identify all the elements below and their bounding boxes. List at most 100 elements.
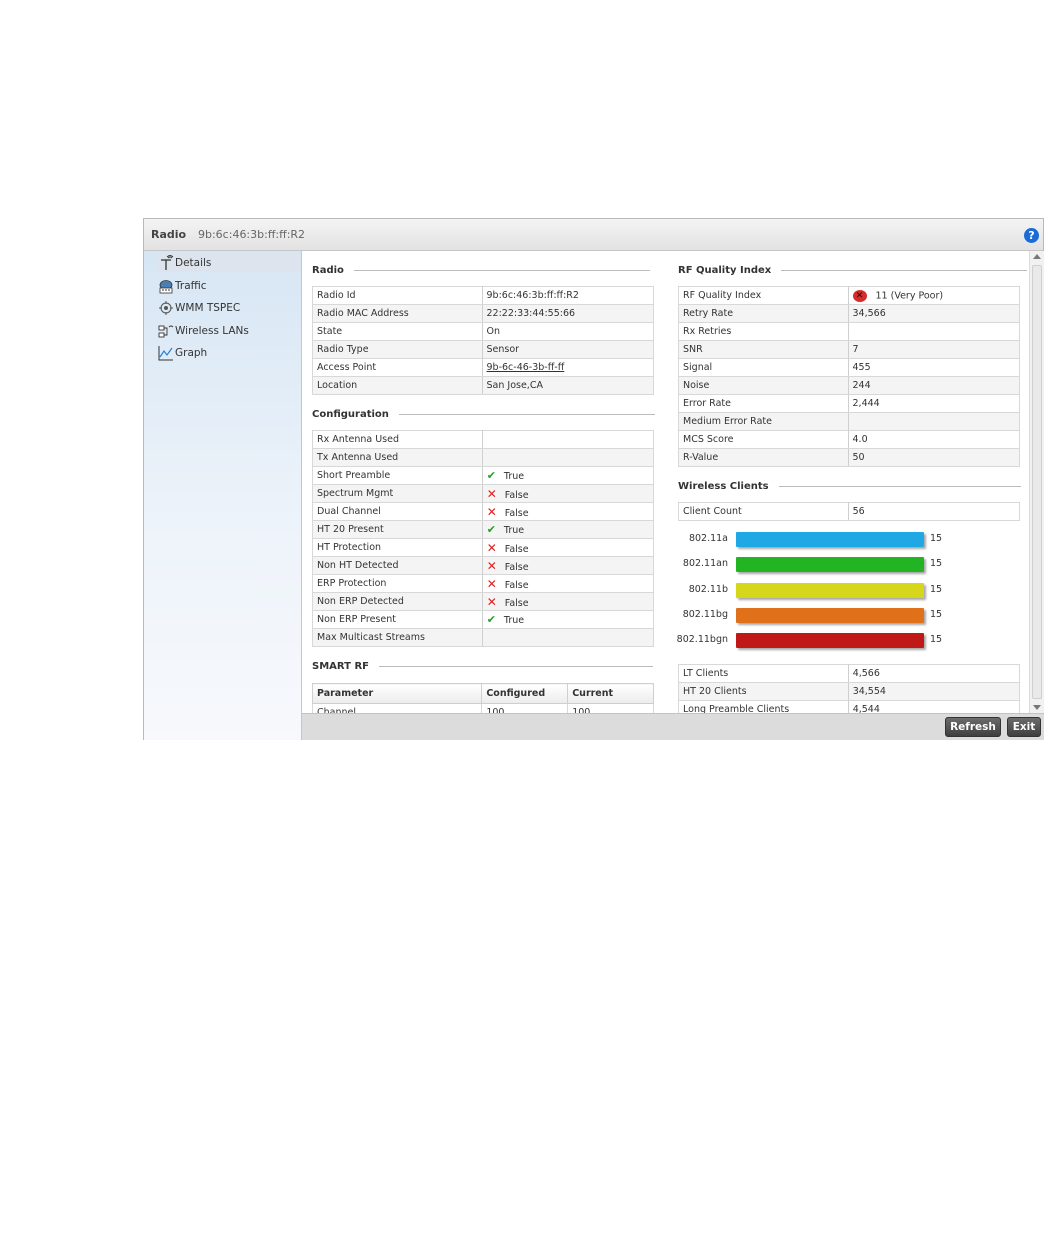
bar-fill xyxy=(736,633,924,649)
check-icon: ✔ xyxy=(486,469,496,482)
cross-icon: ✕ xyxy=(486,594,497,609)
radio-window: Radio 9b:6c:46:3b:ff:ff:R2 ? Details Tra… xyxy=(143,218,1044,740)
table-row: Client Count 56 xyxy=(678,502,1021,521)
bar-label: 802.11an xyxy=(682,558,728,570)
wlan-icon xyxy=(158,323,174,339)
sidebar-item-wmm-tspec[interactable]: WMM TSPEC xyxy=(158,299,298,317)
section-title-rf-quality: RF Quality Index xyxy=(678,265,1028,276)
help-icon[interactable]: ? xyxy=(1024,228,1039,243)
bar-row: 802.11b 15 xyxy=(678,582,1018,600)
sidebar-item-graph[interactable]: Graph xyxy=(158,344,298,362)
table-row: Rx Retries xyxy=(678,322,1020,341)
table-row: SNR 7 xyxy=(678,340,1020,359)
table-row: Retry Rate 34,566 xyxy=(678,304,1020,323)
table-row: Location San Jose,CA xyxy=(312,376,654,395)
table-row: ERP Protection ✕ False xyxy=(312,574,655,593)
table-row: Tx Antenna Used xyxy=(312,448,655,467)
bar-fill xyxy=(736,607,924,623)
radio-table: Radio Id 9b:6c:46:3b:ff:ff:R2 Radio MAC A… xyxy=(312,286,654,395)
window-title-label: Radio xyxy=(151,228,187,241)
antenna-icon xyxy=(158,255,174,271)
sidebar-item-label: Details xyxy=(175,257,212,269)
table-row: Radio Id 9b:6c:46:3b:ff:ff:R2 xyxy=(312,286,654,305)
bar-label: 802.11bgn xyxy=(676,634,728,646)
table-row: Non ERP Detected ✕ False xyxy=(312,592,655,611)
access-point-link[interactable]: 9b-6c-46-3b-ff-ff xyxy=(487,362,565,373)
bar-value: 15 xyxy=(930,558,943,570)
client-stats-table: LT Clients 4,566 HT 20 Clients 34,554 Long… xyxy=(678,664,1021,713)
configuration-table: Rx Antenna Used Tx Antenna Used Short Pr… xyxy=(312,430,655,647)
window-title-value: 9b:6c:46:3b:ff:ff:R2 xyxy=(198,228,306,241)
scroll-down-icon[interactable] xyxy=(1033,705,1041,710)
error-badge-icon: ✕ xyxy=(852,289,867,302)
graph-icon xyxy=(158,345,174,361)
section-title-smart-rf: SMART RF xyxy=(312,661,653,672)
table-row: Non HT Detected ✕ False xyxy=(312,556,655,575)
check-icon: ✔ xyxy=(486,523,496,536)
table-row: Error Rate 2,444 xyxy=(678,394,1020,413)
wmm-icon xyxy=(158,300,174,316)
sidebar-item-traffic[interactable]: Traffic xyxy=(158,277,298,295)
table-row: Dual Channel ✕ False xyxy=(312,502,655,521)
column-header-parameter[interactable]: Parameter xyxy=(311,683,483,704)
bar-fill xyxy=(736,557,924,573)
bar-value: 15 xyxy=(930,533,943,544)
bar-value: 15 xyxy=(930,583,943,595)
bar-row: 802.11bgn 15 xyxy=(676,632,1018,650)
cross-icon: ✕ xyxy=(486,558,497,573)
rf-quality-table: RF Quality Index ✕ 11 (Very Poor) Retry Ra… xyxy=(678,286,1020,467)
table-row: HT 20 Clients 34,554 xyxy=(678,682,1021,701)
table-row: HT Protection ✕ False xyxy=(312,538,655,557)
bar-value: 15 xyxy=(930,634,943,646)
table-row: Medium Error Rate xyxy=(678,412,1020,431)
scroll-thumb[interactable] xyxy=(1032,265,1042,699)
sidebar-item-label: WMM TSPEC xyxy=(175,302,241,314)
table-row: Long Preamble Clients 4,544 xyxy=(678,700,1021,713)
scroll-up-icon[interactable] xyxy=(1033,254,1041,259)
exit-button[interactable]: Exit xyxy=(1007,717,1041,737)
cross-icon: ✕ xyxy=(486,504,497,519)
client-count-table: Client Count 56 xyxy=(678,502,1021,521)
table-row: LT Clients 4,566 xyxy=(678,664,1021,683)
table-row: Noise 244 xyxy=(678,376,1020,395)
column-header-configured[interactable]: Configured xyxy=(481,683,569,704)
bar-fill xyxy=(736,582,924,598)
section-title-configuration: Configuration xyxy=(312,409,655,420)
refresh-button[interactable]: Refresh xyxy=(945,717,1001,737)
bar-row: 802.11a 15 xyxy=(678,531,1018,549)
vertical-scrollbar[interactable] xyxy=(1029,251,1044,713)
bar-label: 802.11a xyxy=(688,533,728,544)
cross-icon: ✕ xyxy=(486,576,497,591)
bar-value: 15 xyxy=(930,608,943,620)
bar-row: 802.11bg 15 xyxy=(678,607,1018,625)
bar-fill xyxy=(736,532,924,547)
sidebar-item-details[interactable]: Details xyxy=(158,254,300,272)
sidebar: Details Traffic WMM TSPEC Wireless LANs … xyxy=(144,251,302,740)
table-row: State On xyxy=(312,322,654,341)
column-header-current[interactable]: Current xyxy=(567,683,654,704)
smart-rf-table: Parameter Configured Current Channel 100… xyxy=(311,683,654,713)
table-row: Rx Antenna Used xyxy=(312,430,655,449)
bar-label: 802.11bg xyxy=(682,608,728,620)
table-row: HT 20 Present ✔ True xyxy=(312,520,655,539)
bar-label: 802.11b xyxy=(688,583,728,595)
table-header-row: Parameter Configured Current xyxy=(311,683,654,704)
sidebar-item-wireless-lans[interactable]: Wireless LANs xyxy=(158,322,298,340)
sidebar-item-label: Graph xyxy=(175,347,208,359)
footer-bar: Refresh Exit xyxy=(302,713,1044,740)
cross-icon: ✕ xyxy=(486,486,497,501)
table-row: Short Preamble ✔ True xyxy=(312,466,655,485)
table-row: Radio Type Sensor xyxy=(312,340,654,359)
table-row: Non ERP Present ✔ True xyxy=(312,610,655,629)
check-icon: ✔ xyxy=(486,613,496,626)
table-row: MCS Score 4.0 xyxy=(678,430,1020,449)
cross-icon: ✕ xyxy=(486,540,497,555)
section-title-radio: Radio xyxy=(312,265,650,276)
section-title-wireless-clients: Wireless Clients xyxy=(678,481,1021,492)
table-row: Max Multicast Streams xyxy=(312,628,655,647)
details-content: Radio Radio Id 9b:6c:46:3b:ff:ff:R2 Radio… xyxy=(302,251,1029,713)
table-row: R-Value 50 xyxy=(678,448,1020,467)
table-row: RF Quality Index ✕ 11 (Very Poor) xyxy=(678,286,1020,305)
table-row: Radio MAC Address 22:22:33:44:55:66 xyxy=(312,304,654,323)
table-row: Spectrum Mgmt ✕ False xyxy=(312,484,655,503)
